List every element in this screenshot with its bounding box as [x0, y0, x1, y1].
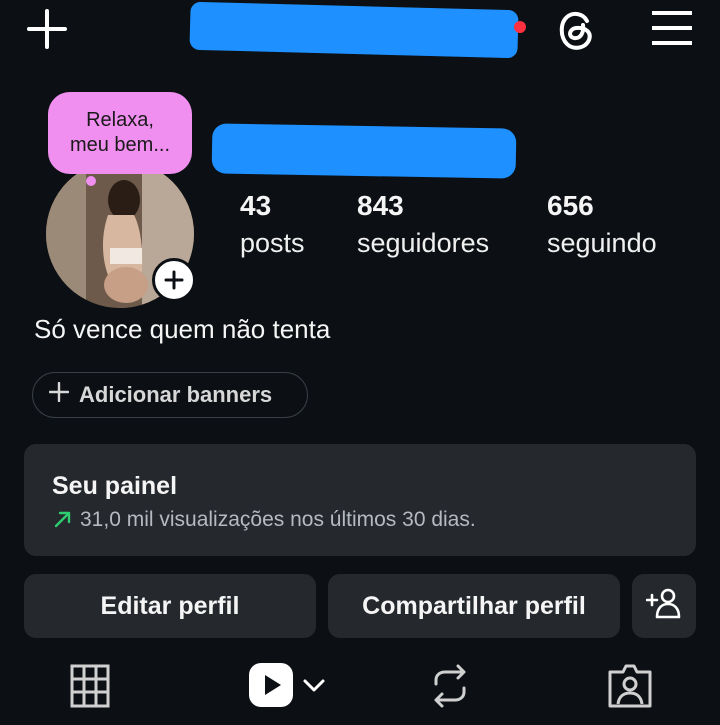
username-redacted[interactable] — [189, 1, 519, 59]
share-profile-button[interactable]: Compartilhar perfil — [328, 574, 620, 638]
stat-followers[interactable]: 843 seguidores — [357, 190, 489, 259]
add-banners-button[interactable]: Adicionar banners — [32, 372, 308, 418]
stat-following[interactable]: 656 seguindo — [547, 190, 657, 259]
menu-icon[interactable] — [651, 10, 693, 46]
stat-posts[interactable]: 43 posts — [240, 190, 305, 259]
trend-up-icon — [52, 508, 74, 535]
followers-label: seguidores — [357, 228, 490, 258]
plus-icon[interactable] — [26, 8, 68, 50]
threads-icon[interactable] — [555, 7, 597, 53]
chevron-down-icon[interactable] — [302, 676, 326, 696]
profile-bio: Só vence quem não tenta — [34, 314, 331, 344]
posts-label: posts — [240, 228, 305, 258]
reels-icon[interactable] — [248, 662, 294, 708]
notification-dot — [514, 21, 526, 33]
dashboard-title: Seu painel — [52, 472, 178, 500]
grid-icon[interactable] — [70, 662, 110, 710]
profile-note[interactable]: Relaxa, meu bem... — [48, 92, 192, 174]
professional-dashboard[interactable]: Seu painel 31,0 mil visualizações nos úl… — [24, 444, 696, 556]
add-banners-label: Adicionar banners — [79, 382, 273, 407]
add-story-button[interactable] — [152, 258, 196, 302]
following-count: 656 — [547, 190, 594, 221]
tagged-icon[interactable] — [606, 662, 654, 710]
add-person-icon — [645, 587, 682, 626]
display-name-redacted — [211, 123, 517, 179]
dashboard-views: 31,0 mil visualizações nos últimos 30 di… — [80, 508, 476, 531]
reposts-icon[interactable] — [430, 662, 470, 710]
posts-count: 43 — [240, 190, 272, 221]
note-tail-dot — [86, 176, 96, 186]
discover-people-button[interactable] — [632, 574, 696, 638]
following-label: seguindo — [547, 228, 657, 258]
followers-count: 843 — [357, 190, 404, 221]
plus-icon — [48, 381, 70, 408]
edit-profile-button[interactable]: Editar perfil — [24, 574, 316, 638]
